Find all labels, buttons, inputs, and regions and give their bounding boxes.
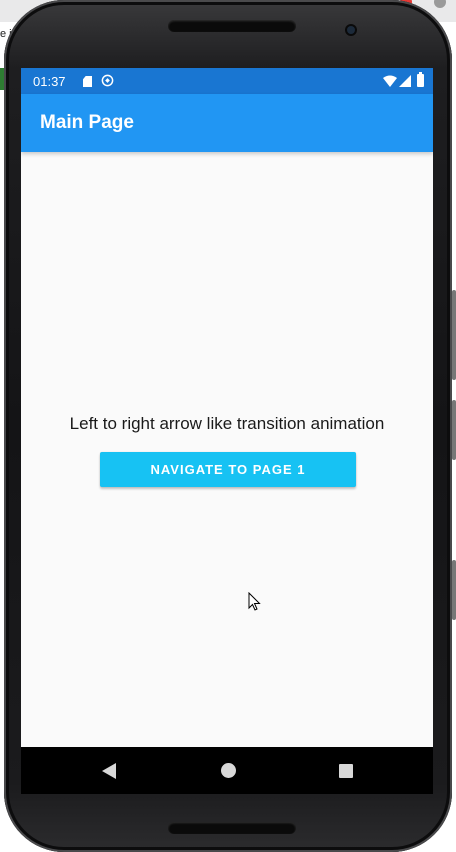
wifi-icon — [383, 75, 397, 87]
top-speaker — [168, 20, 296, 32]
background-scrollbar — [452, 560, 456, 620]
sd-card-icon — [83, 76, 92, 87]
stage: e j 01:37 Main Page Left to right arrow … — [0, 0, 456, 852]
device-screen: 01:37 Main Page Left to right arrow like… — [21, 68, 433, 794]
android-navigation-bar — [21, 747, 433, 794]
background-scrollbar — [452, 400, 456, 460]
mouse-cursor-icon — [248, 592, 261, 611]
battery-icon — [417, 72, 424, 87]
status-bar: 01:37 — [21, 68, 433, 94]
sync-icon — [101, 74, 114, 87]
navigate-to-page-1-button[interactable]: NAVIGATE TO PAGE 1 — [100, 452, 356, 487]
background-scrollbar — [452, 290, 456, 380]
front-camera — [347, 26, 355, 34]
cell-signal-icon — [399, 75, 411, 87]
back-icon[interactable] — [102, 763, 116, 779]
description-text: Left to right arrow like transition anim… — [69, 414, 385, 433]
recents-icon[interactable] — [339, 764, 353, 778]
app-title: Main Page — [40, 112, 134, 133]
home-icon[interactable] — [221, 763, 236, 778]
app-bar: Main Page — [21, 94, 433, 152]
status-time: 01:37 — [33, 74, 66, 89]
bottom-speaker — [168, 822, 296, 834]
